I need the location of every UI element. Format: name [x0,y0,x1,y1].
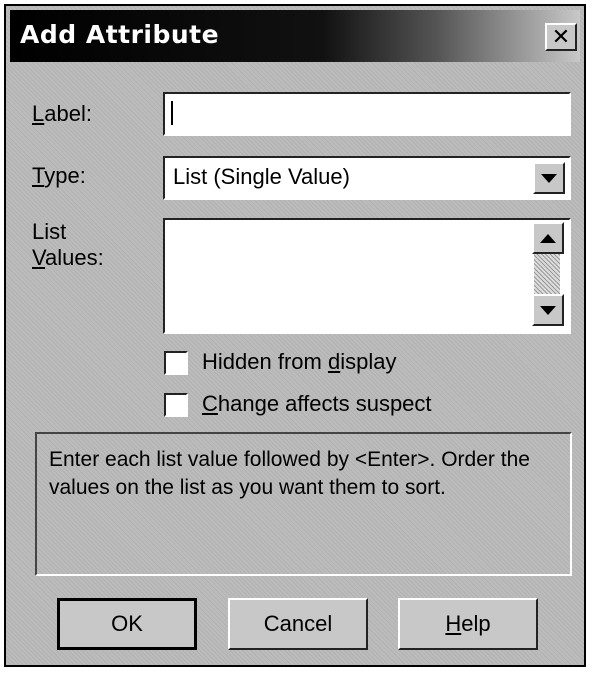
text-caret [171,101,173,125]
scroll-down-button[interactable] [532,294,564,326]
cancel-button[interactable]: Cancel [228,598,368,650]
scrollbar-track[interactable] [534,254,560,294]
arrow-up-icon [540,233,556,243]
arrow-down-icon [540,305,556,315]
list-values-textarea[interactable] [163,218,571,334]
instruction-panel: Enter each list value followed by <Enter… [35,432,572,576]
close-icon: ✕ [551,24,571,49]
label-input[interactable] [163,92,571,136]
ok-button[interactable]: OK [57,598,197,650]
type-select[interactable]: List (Single Value) [163,156,571,200]
add-attribute-dialog: Add Attribute ✕ Label: Type: List (Singl… [4,4,586,667]
type-field-label: Type: [32,163,86,188]
change-affects-suspect-checkbox[interactable] [164,393,188,417]
label-field-label: Label: [32,101,92,126]
close-button[interactable]: ✕ [545,23,577,51]
scroll-up-button[interactable] [532,222,564,254]
change-affects-suspect-label[interactable]: Change affects suspect [202,391,432,417]
title-bar[interactable]: Add Attribute ✕ [10,10,580,62]
chevron-down-icon [541,173,557,183]
hidden-from-display-label[interactable]: Hidden from display [202,349,396,375]
hidden-from-display-checkbox[interactable] [164,351,188,375]
instruction-text: Enter each list value followed by <Enter… [49,448,530,499]
type-dropdown-button[interactable] [533,162,565,194]
list-values-field-label: List Values: [32,219,104,270]
window-title: Add Attribute [20,20,220,49]
help-button[interactable]: Help [398,598,538,650]
type-select-value: List (Single Value) [173,164,350,189]
